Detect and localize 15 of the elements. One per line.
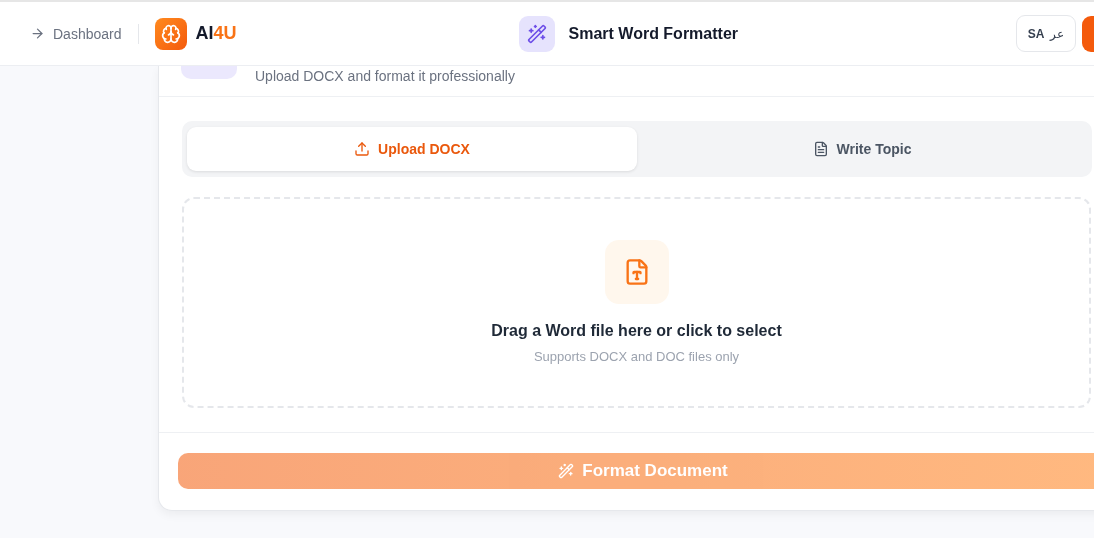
- file-icon: [604, 240, 669, 304]
- page-title: Smart Word Formatter: [568, 24, 739, 43]
- tab[interactable]: Write Topic: [637, 127, 1087, 171]
- logo-text: AI4U: [195, 23, 237, 44]
- magic-wand-icon: [558, 463, 575, 479]
- upload-icon: [354, 141, 371, 157]
- dropzone-title: Drag a Word file here or click to select: [491, 322, 782, 340]
- brain-logo-icon: [154, 17, 187, 50]
- file-dropzone[interactable]: Drag a Word file here or click to select Supports DOCX and DOC files only: [182, 197, 1091, 408]
- magic-wand-icon: [518, 15, 555, 52]
- dropzone-hint: Supports DOCX and DOC files only: [533, 349, 740, 364]
- document-icon: [812, 141, 829, 157]
- card-subtitle: Upload DOCX and format it professionally: [255, 68, 515, 84]
- dashboard-link[interactable]: Dashboard: [30, 25, 122, 42]
- tab[interactable]: Upload DOCX: [187, 127, 637, 171]
